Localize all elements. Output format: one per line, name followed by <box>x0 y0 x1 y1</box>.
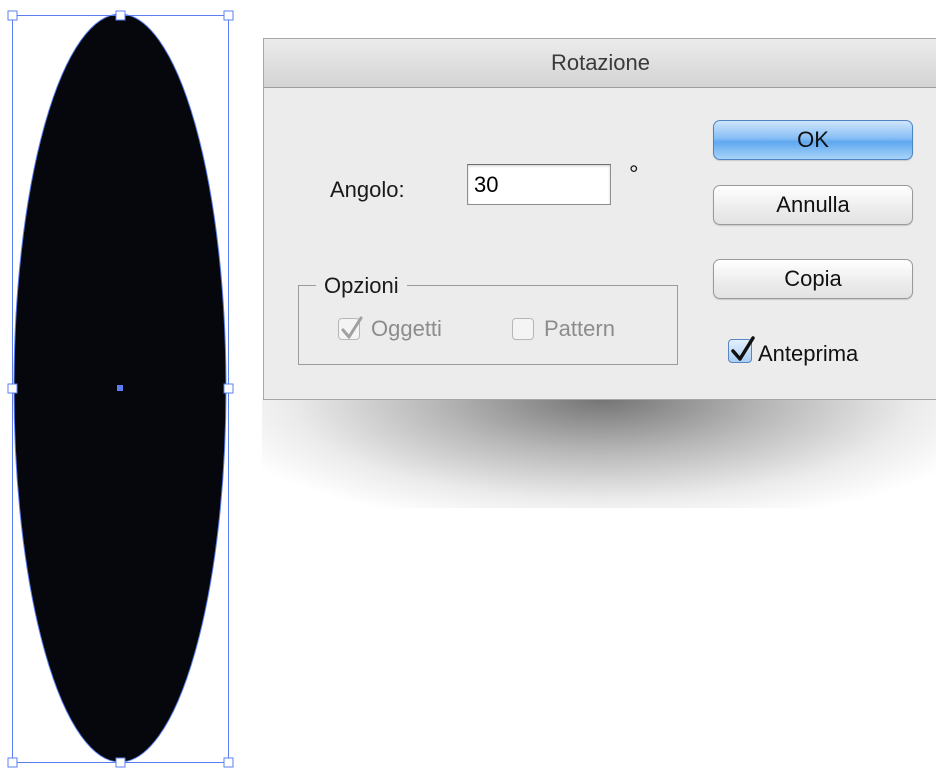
handle-top-center <box>115 10 126 21</box>
cancel-button[interactable]: Annulla <box>713 185 913 225</box>
handle-top-right <box>223 10 234 21</box>
handle-middle-right <box>223 383 234 394</box>
options-group-title: Opzioni <box>316 273 407 299</box>
ok-button[interactable]: OK <box>713 120 913 160</box>
checkmark-icon <box>341 316 363 339</box>
pattern-checkbox[interactable] <box>512 318 534 340</box>
copy-button[interactable]: Copia <box>713 259 913 299</box>
angle-input[interactable] <box>467 164 611 205</box>
preview-checkbox-label: Anteprima <box>758 341 859 366</box>
angle-label: Angolo: <box>330 177 405 202</box>
objects-checkbox-label: Oggetti <box>371 316 442 341</box>
dialog-title: Rotazione <box>550 50 651 75</box>
checkmark-icon <box>731 336 755 361</box>
handle-bottom-left <box>7 757 18 768</box>
pattern-checkbox-label: Pattern <box>544 316 615 341</box>
dialog-shadow <box>262 398 936 508</box>
preview-checkbox[interactable] <box>728 336 755 363</box>
handle-bottom-center <box>115 757 126 768</box>
degree-symbol: ° <box>629 161 639 188</box>
dialog-titlebar[interactable]: Rotazione <box>264 39 936 88</box>
canvas-artwork <box>7 10 234 768</box>
handle-bottom-right <box>223 757 234 768</box>
handle-middle-left <box>7 383 18 394</box>
objects-checkbox[interactable] <box>338 316 363 340</box>
center-point-marker <box>117 385 123 391</box>
rotate-dialog: Rotazione Angolo: ° Opzioni Oggetti Patt… <box>263 38 936 400</box>
handle-top-left <box>7 10 18 21</box>
